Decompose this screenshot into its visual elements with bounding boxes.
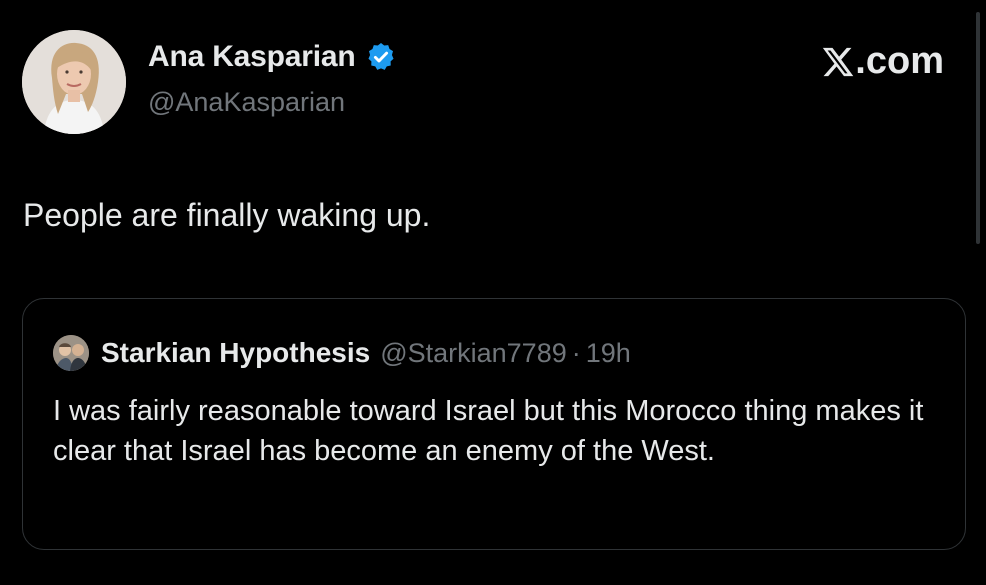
post-text: People are finally waking up. bbox=[23, 197, 431, 233]
verified-badge-icon bbox=[365, 41, 397, 73]
quoted-post-text: I was fairly reasonable toward Israel bu… bbox=[53, 395, 924, 467]
quoted-post-separator: · bbox=[571, 337, 581, 368]
scrollbar[interactable] bbox=[976, 12, 980, 244]
post-card: Ana Kasparian @AnaKasparian .com People … bbox=[0, 0, 986, 585]
quoted-post-header: Starkian Hypothesis @Starkian7789 · 19h bbox=[53, 335, 631, 371]
brand-watermark: .com bbox=[820, 40, 944, 83]
brand-domain: .com bbox=[855, 40, 944, 82]
author-name-row: Ana Kasparian bbox=[148, 40, 397, 74]
quoted-post-time[interactable]: 19h bbox=[586, 338, 631, 369]
author-handle[interactable]: @AnaKasparian bbox=[148, 87, 345, 118]
quoted-author-handle[interactable]: @Starkian7789 bbox=[380, 338, 567, 369]
author-name[interactable]: Ana Kasparian bbox=[148, 40, 356, 74]
quoted-post[interactable]: Starkian Hypothesis @Starkian7789 · 19h … bbox=[22, 298, 966, 550]
quoted-author-avatar[interactable] bbox=[53, 335, 89, 371]
x-logo-icon bbox=[823, 47, 854, 76]
author-avatar[interactable] bbox=[22, 30, 126, 134]
quoted-author-name[interactable]: Starkian Hypothesis bbox=[101, 337, 370, 369]
